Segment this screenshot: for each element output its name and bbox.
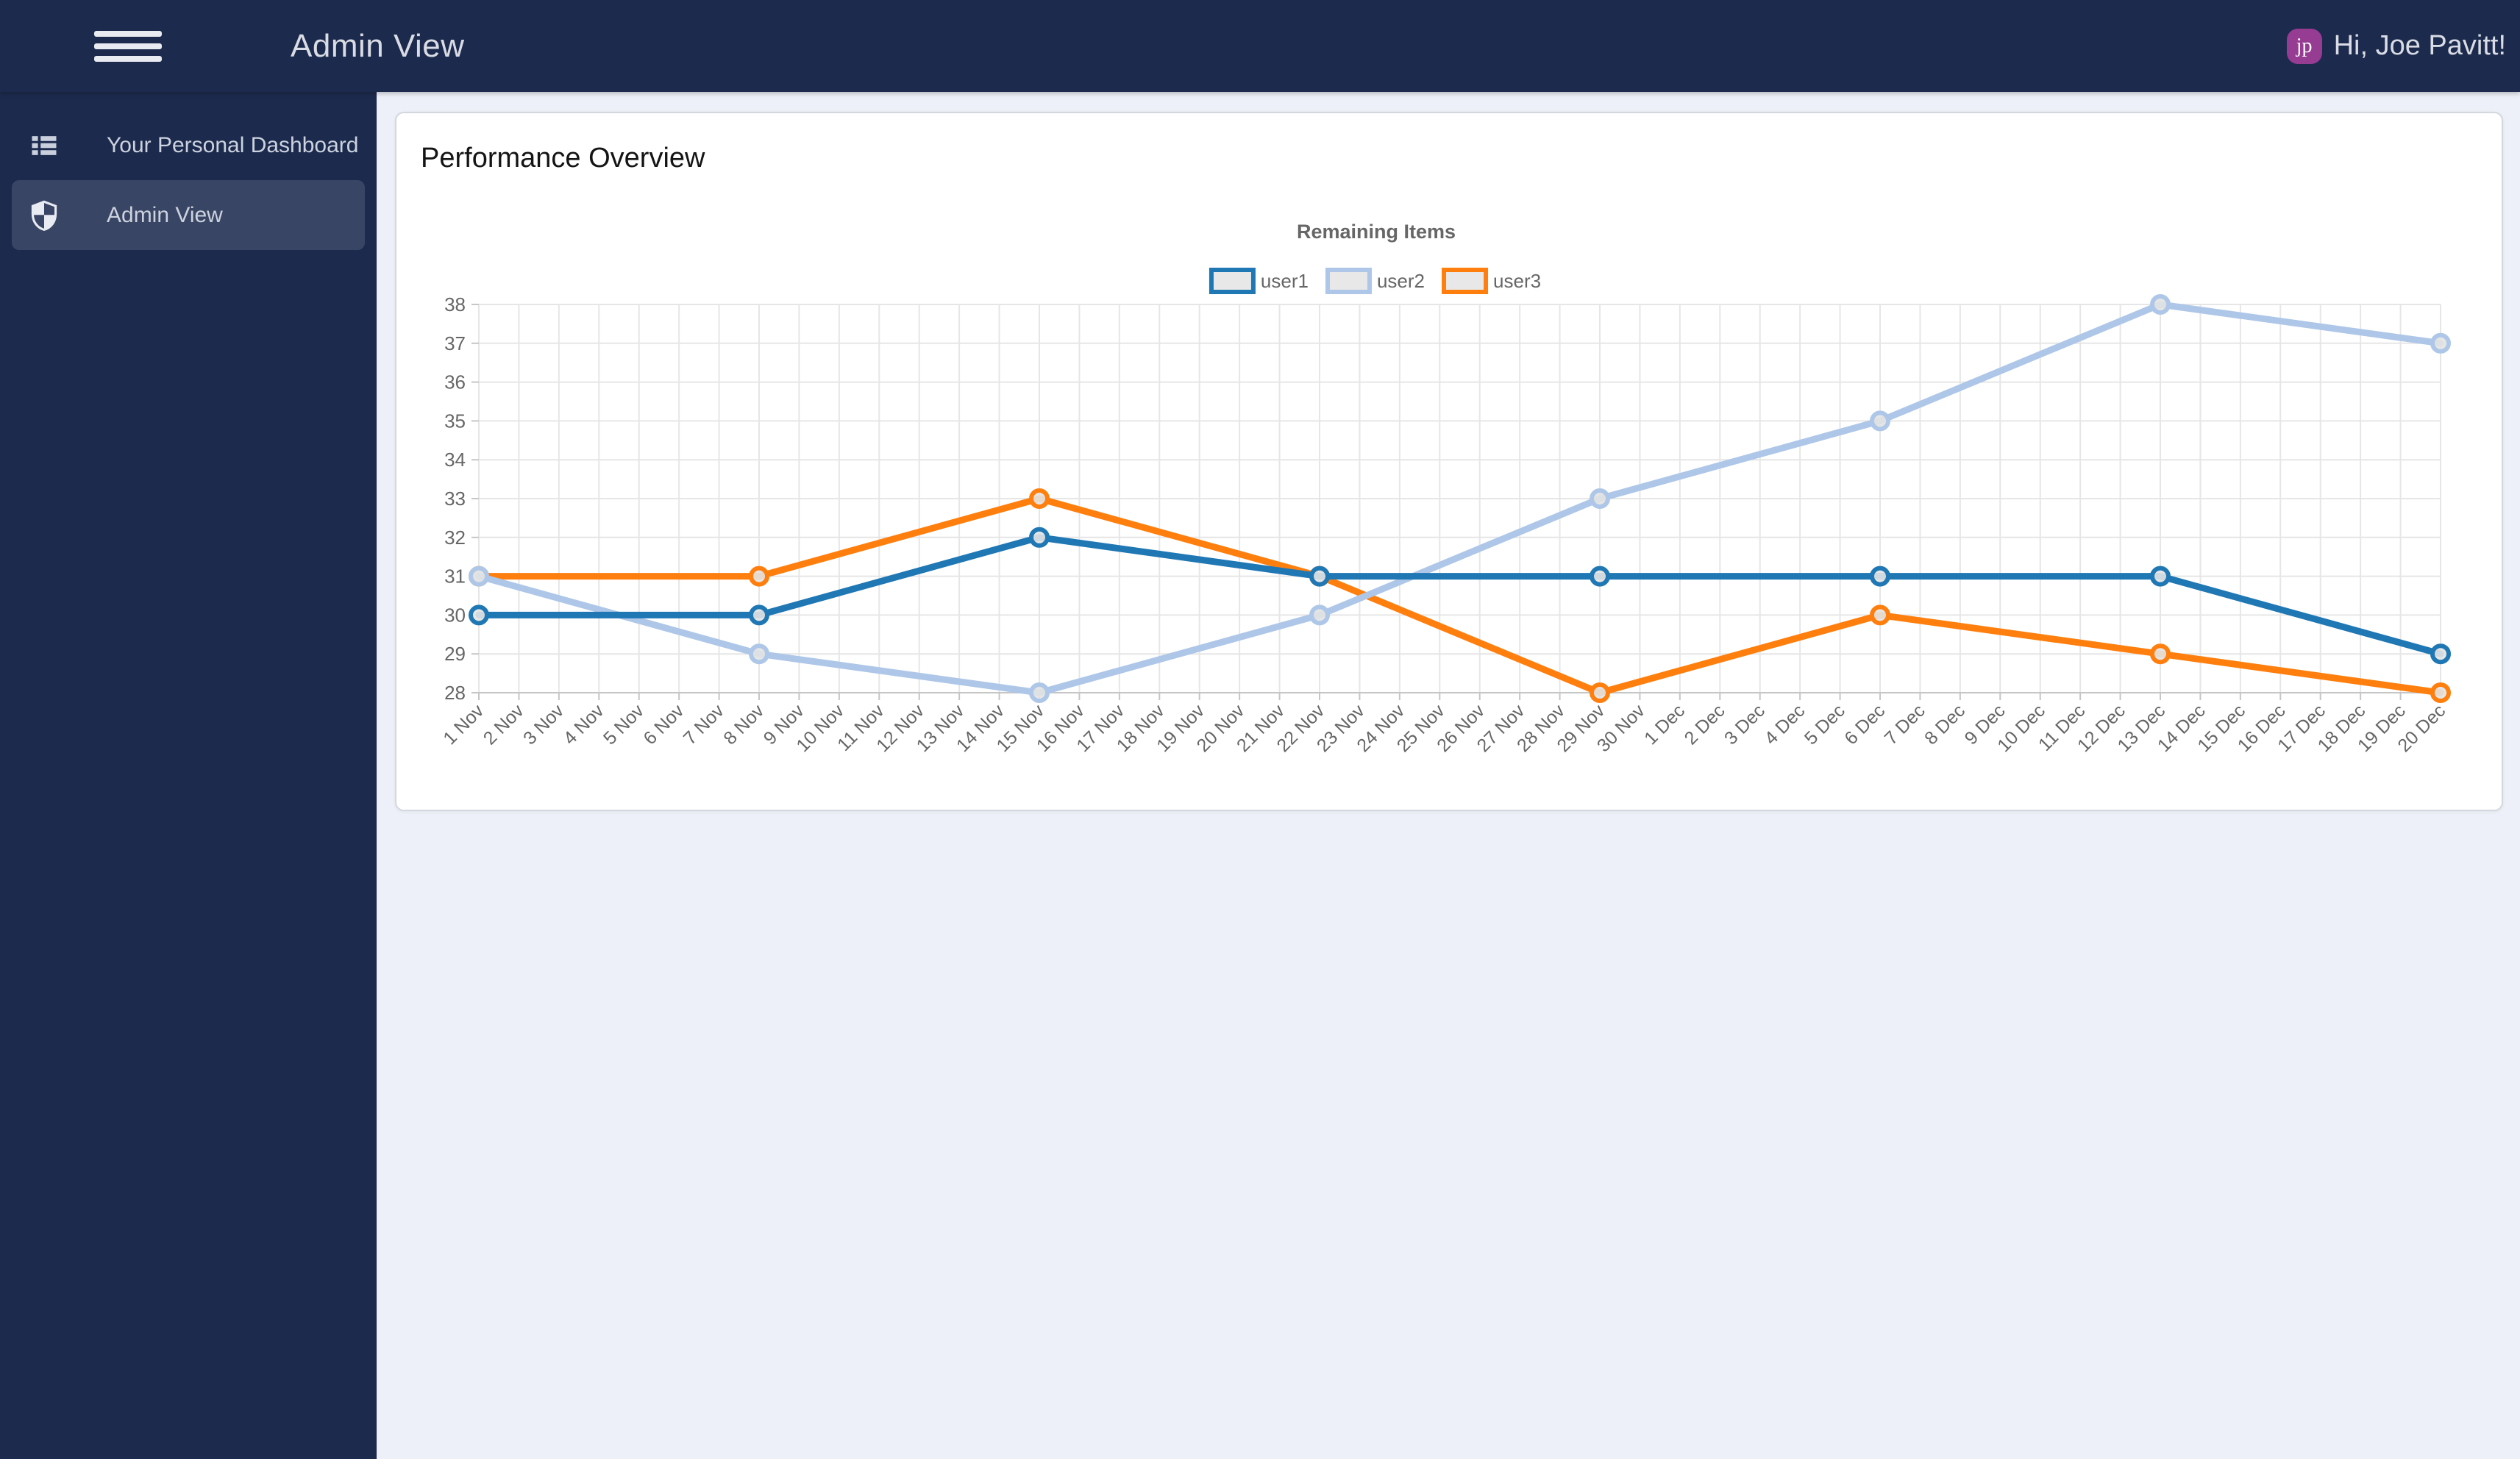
sidebar-item-label: Admin View [107, 202, 223, 227]
legend-label: user2 [1377, 270, 1425, 292]
series-user1-point [1590, 566, 1610, 587]
legend-label: user3 [1493, 270, 1541, 292]
series-user3-point [1870, 604, 1890, 626]
x-axis-label: 8 Dec [1921, 700, 1969, 749]
performance-chart: 1 Nov2 Nov3 Nov4 Nov5 Nov6 Nov7 Nov8 Nov… [439, 221, 2451, 756]
legend-swatch [1325, 268, 1372, 294]
y-axis-label: 32 [444, 527, 466, 549]
sidebar-item-label: Your Personal Dashboard [107, 132, 359, 157]
y-axis-label: 31 [444, 566, 466, 588]
series-user3-point [749, 566, 769, 587]
series-user2-point [1590, 488, 1610, 509]
y-axis-label: 35 [444, 410, 466, 432]
series-user2-point [749, 643, 769, 665]
y-axis-label: 38 [444, 293, 466, 315]
x-axis-label: 2 Dec [1681, 700, 1729, 749]
x-axis-label: 7 Nov [680, 700, 728, 749]
performance-overview-card: Performance Overview 1 Nov 2 Nov 3 Nov 4 No… [395, 112, 2503, 811]
legend-item-user3[interactable]: user3 [1442, 268, 1541, 294]
series-user3-point [2430, 682, 2451, 703]
y-axis-label: 33 [444, 488, 466, 510]
x-axis-label: 2 Nov [480, 700, 528, 749]
sidebar-nav: Your Personal Dashboard Admin View [0, 92, 377, 1459]
y-axis-label: 28 [444, 682, 466, 704]
series-user3-point [1029, 488, 1050, 509]
series-user2-point [1309, 604, 1330, 626]
x-axis-label: 5 Nov [599, 700, 648, 749]
main-content: Performance Overview 1 Nov 2 Nov 3 Nov 4 No… [377, 92, 2520, 1459]
x-axis-label: 3 Nov [519, 700, 568, 749]
chart-legend: user1 user2 user3 [1209, 268, 1541, 294]
series-user2-point [469, 566, 489, 587]
series-user1-point [1029, 527, 1050, 548]
series-user1-point [1870, 566, 1890, 587]
y-axis-label: 36 [444, 371, 466, 393]
series-user1-point [749, 604, 769, 626]
avatar-initials: jp [2296, 34, 2313, 57]
series-user2-point [1029, 682, 1050, 703]
sidebar-item-admin-view[interactable]: Admin View [12, 180, 365, 250]
y-axis-label: 29 [444, 643, 466, 665]
x-axis-label: 3 Dec [1720, 700, 1769, 749]
series-user3-point [1590, 682, 1610, 703]
series-user1-point [1309, 566, 1330, 587]
hamburger-menu-icon[interactable] [94, 30, 162, 62]
shield-icon [28, 199, 60, 232]
legend-swatch [1442, 268, 1489, 294]
x-axis-label: 6 Dec [1840, 700, 1889, 749]
x-axis-label: 8 Nov [719, 700, 768, 749]
avatar[interactable]: jp [2286, 28, 2322, 64]
top-app-bar: Admin View jp Hi, Joe Pavitt! [0, 0, 2520, 92]
app-title: Admin View [291, 28, 465, 64]
series-user2-point [2150, 294, 2171, 315]
user-box: jp Hi, Joe Pavitt! [2286, 0, 2506, 92]
legend-swatch [1209, 268, 1256, 294]
y-axis-label: 30 [444, 604, 466, 626]
legend-item-user1[interactable]: user1 [1209, 268, 1309, 294]
sidebar-item-personal-dashboard[interactable]: Your Personal Dashboard [12, 110, 365, 180]
series-user2-point [2430, 332, 2451, 354]
user-greeting: Hi, Joe Pavitt! [2333, 30, 2506, 61]
legend-label: user1 [1261, 270, 1309, 292]
x-axis-label: 4 Nov [560, 700, 608, 749]
series-user3-point [2150, 643, 2171, 665]
x-axis-label: 4 Dec [1760, 700, 1809, 749]
series-user2-point [1870, 410, 1890, 432]
series-user3-line [475, 495, 2444, 696]
series-user1-point [2430, 643, 2451, 665]
x-axis-label: 1 Nov [439, 700, 488, 749]
list-icon [28, 129, 60, 162]
legend-item-user2[interactable]: user2 [1325, 268, 1425, 294]
y-axis-label: 37 [444, 332, 466, 354]
series-user1-point [469, 604, 489, 626]
chart-title: Remaining Items [1297, 221, 1456, 243]
series-user1-point [2150, 566, 2171, 587]
x-axis-label: 7 Dec [1881, 700, 1929, 749]
y-axis-label: 34 [444, 449, 466, 471]
x-axis-label: 6 Nov [639, 700, 688, 749]
x-axis-label: 1 Dec [1640, 700, 1689, 749]
x-axis-label: 5 Dec [1801, 700, 1849, 749]
